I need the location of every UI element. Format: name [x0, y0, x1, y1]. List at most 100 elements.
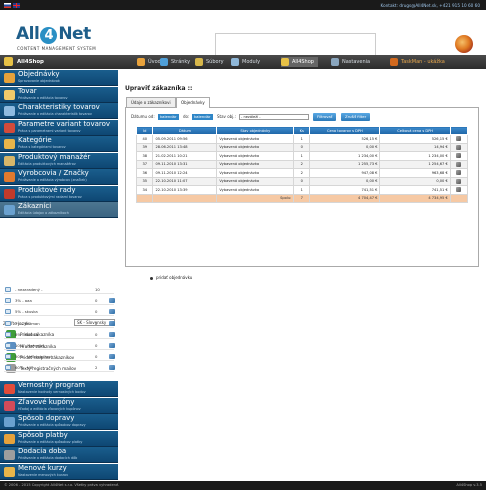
customer-group-row[interactable]: 8% - Rodina 0	[4, 330, 115, 339]
group-count: 0	[95, 331, 98, 337]
edit-group-icon[interactable]	[109, 354, 115, 360]
flag-sk-icon[interactable]	[4, 3, 11, 8]
group-name: - nezaradený -	[15, 287, 43, 292]
sidebar-item-subtitle: Pridávanie a editácia spôsobov platby	[18, 439, 83, 444]
col-id-header[interactable]: Id	[135, 126, 154, 135]
customer-group-row[interactable]: 7% - Batman 2	[4, 319, 115, 328]
orders-table: Id Dátum Stav objednávky Ks Cena tovarov s D…	[135, 126, 469, 203]
cell-goods: 1 234,00 €	[309, 151, 381, 161]
date-to-calendar[interactable]: kalendár	[192, 114, 213, 120]
customer-group-row[interactable]: - nezaradený - 10	[4, 285, 114, 294]
col-date-header[interactable]: Dátum	[152, 126, 218, 135]
add-order-link[interactable]: pridať objednávku	[150, 275, 192, 280]
flag-uk-icon[interactable]	[13, 3, 20, 8]
group-count: 2	[95, 365, 98, 371]
nav-item-label: Súbory	[206, 59, 224, 65]
pages-icon	[160, 58, 168, 66]
table-row[interactable]: 37 09.11.2010 13:31 Vybavená objednávka 2 1 …	[135, 159, 469, 169]
table-row[interactable]: 38 21.02.2011 10:21 Vybavená objednávka 1 1 …	[135, 151, 469, 161]
cell-state: Vybavená objednávka	[216, 134, 295, 144]
sidebar-item-sposob-dopravy[interactable]: Spôsob dopravy Pridávanie a editácia spôs…	[0, 414, 118, 430]
edit-order-icon[interactable]	[456, 136, 462, 142]
sidebar-item-charakteristiky-tovarov[interactable]: Charakteristiky tovarov Pridávanie a edit…	[0, 103, 118, 119]
manufacturers-icon	[4, 172, 15, 182]
logo-four: 4	[40, 27, 58, 44]
customer-group-row[interactable]: 3% - aaa 0	[4, 296, 115, 306]
customer-group-row[interactable]: 60% - VIP 2	[4, 363, 115, 373]
tab-customer-data[interactable]: Údaje o zákazníkovi	[126, 97, 176, 107]
sidebar-item-vernostny-program[interactable]: Vernostný program Nastavenie hodnoty vern…	[0, 381, 118, 397]
nav-item-uvod[interactable]: Úvod	[137, 57, 161, 67]
group-icon	[5, 287, 11, 292]
nav-item-taskman-ukazka[interactable]: TaskMan - ukážka	[390, 57, 445, 67]
nav-item-nastavenia[interactable]: Nastavenia	[331, 57, 370, 67]
sidebar-item-produktovy-manazer[interactable]: Produktový manažér Editácia produktových …	[0, 152, 118, 169]
order-state-select[interactable]: - nezáleží -	[239, 114, 309, 120]
sidebar-item-sposob-platby[interactable]: Spôsob platby Pridávanie a editácia spôso…	[0, 430, 118, 447]
cell-qty: 2	[293, 159, 311, 169]
group-icon	[5, 354, 11, 360]
customer-group-row[interactable]: 5% - skuska 0	[4, 307, 115, 317]
nav-item-moduly[interactable]: Moduly	[231, 57, 260, 67]
edit-group-icon[interactable]	[109, 343, 115, 348]
sidebar-item-tovar[interactable]: Tovar Pridávanie a editácia tovarov	[0, 86, 118, 103]
table-row[interactable]: 39 28.06.2011 13:48 Vybavená objednávka 0 0,…	[135, 142, 469, 152]
edit-order-icon[interactable]	[456, 144, 462, 150]
sidebar-item-subtitle: Práca s parametrami variant tovarov	[18, 128, 81, 133]
filter-button[interactable]: Filtrovať	[313, 113, 337, 121]
files-icon	[195, 58, 203, 66]
sidebar-item-zakaznici[interactable]: Zákazníci Editácia údajov o zákazníkoch	[0, 202, 118, 218]
group-count: 10	[95, 287, 100, 292]
col-goods-price-header[interactable]: Cena tovarov s DPH	[309, 126, 381, 135]
sidebar-item-parametre-variant-tovarov[interactable]: Parametre variant tovarov Práca s paramet…	[0, 119, 118, 136]
edit-group-icon[interactable]	[109, 365, 115, 371]
edit-group-icon[interactable]	[109, 309, 115, 315]
sidebar-item-objednavky[interactable]: Objednávky Spravovanie objednávok	[0, 70, 118, 86]
cell-actions	[449, 142, 469, 152]
tab-orders[interactable]: Objednávky	[176, 97, 210, 108]
edit-order-icon[interactable]	[456, 161, 462, 167]
sidebar-item-vyrobcovia-znacky[interactable]: Vyrobcovia / Značky Pridávanie a editácia…	[0, 169, 118, 185]
cell-goods: 947,08 €	[309, 168, 381, 178]
table-row[interactable]: 40 05.09.2011 09:56 Vybavená objednávka 1 52…	[135, 134, 469, 144]
edit-order-icon[interactable]	[456, 178, 462, 184]
date-from-calendar[interactable]: kalendár	[158, 114, 179, 120]
sidebar-item-title: Dodacia doba	[18, 447, 67, 455]
sidebar-item-kategorie[interactable]: Kategórie Práca s kategóriami tovarov	[0, 136, 118, 152]
cell-date: 21.02.2011 10:21	[152, 151, 218, 161]
col-total-price-header[interactable]: Celková cena s DPH	[379, 126, 451, 135]
col-state-header[interactable]: Stav objednávky	[216, 126, 295, 135]
logo[interactable]: All 4 Net	[16, 24, 91, 44]
coupons-icon	[4, 400, 15, 411]
edit-order-icon[interactable]	[456, 170, 462, 176]
sidebar-item-title: Vernostný program	[18, 381, 86, 389]
cell-qty: 1	[293, 151, 311, 161]
cell-total: 14,94 €	[379, 142, 451, 152]
nav-item-stranky[interactable]: Stránky	[160, 57, 190, 67]
edit-group-icon[interactable]	[109, 298, 115, 304]
nav-item-all4shop[interactable]: All4Shop	[281, 57, 318, 67]
edit-group-icon[interactable]	[109, 331, 115, 337]
date-from-label: Dátumu od:	[131, 114, 155, 119]
table-row[interactable]: 35 22.10.2010 11:07 Vybavená objednávka 0 0,…	[135, 176, 469, 186]
edit-order-icon[interactable]	[456, 187, 462, 193]
sum-total: 4 734,95 €	[379, 193, 451, 203]
cell-id: 37	[135, 159, 154, 169]
clear-filter-button[interactable]: Zrušiť filter	[341, 113, 371, 121]
sidebar-item-produktove-rady[interactable]: Produktové rady Práca s produktovými rada…	[0, 185, 118, 202]
customer-group-row[interactable]: 10% - Nameraš 0	[4, 341, 115, 350]
customer-group-row[interactable]: 50% - Veľkoobchod 0	[4, 352, 115, 362]
table-row[interactable]: 34 22.10.2010 13:39 Vybavená objednávka 1 74…	[135, 185, 469, 195]
table-row[interactable]: 36 09.11.2010 12:24 Vybavená objednávka 2 94…	[135, 168, 469, 178]
sidebar-item-zlavove-kupony[interactable]: Zľavové kupóny Hľadaj a editácia zľavovýc…	[0, 397, 118, 414]
edit-group-icon[interactable]	[109, 320, 115, 326]
sidebar-item-title: Produktové rady	[18, 185, 76, 194]
edit-order-icon[interactable]	[456, 153, 462, 159]
cell-date: 09.11.2010 13:31	[152, 159, 218, 169]
col-qty-header[interactable]: Ks	[293, 126, 311, 135]
sidebar-item-dodacia-doba[interactable]: Dodacia doba Pridávanie a editácia dodací…	[0, 447, 118, 463]
nav-item-subory[interactable]: Súbory	[195, 57, 224, 67]
sidebar-item-title: Zľavové kupóny	[18, 397, 75, 406]
sidebar-item-title: Charakteristiky tovarov	[18, 103, 100, 111]
sidebar-item-menove-kurzy[interactable]: Menové kurzy Nastavenie menových kurzov	[0, 463, 118, 480]
